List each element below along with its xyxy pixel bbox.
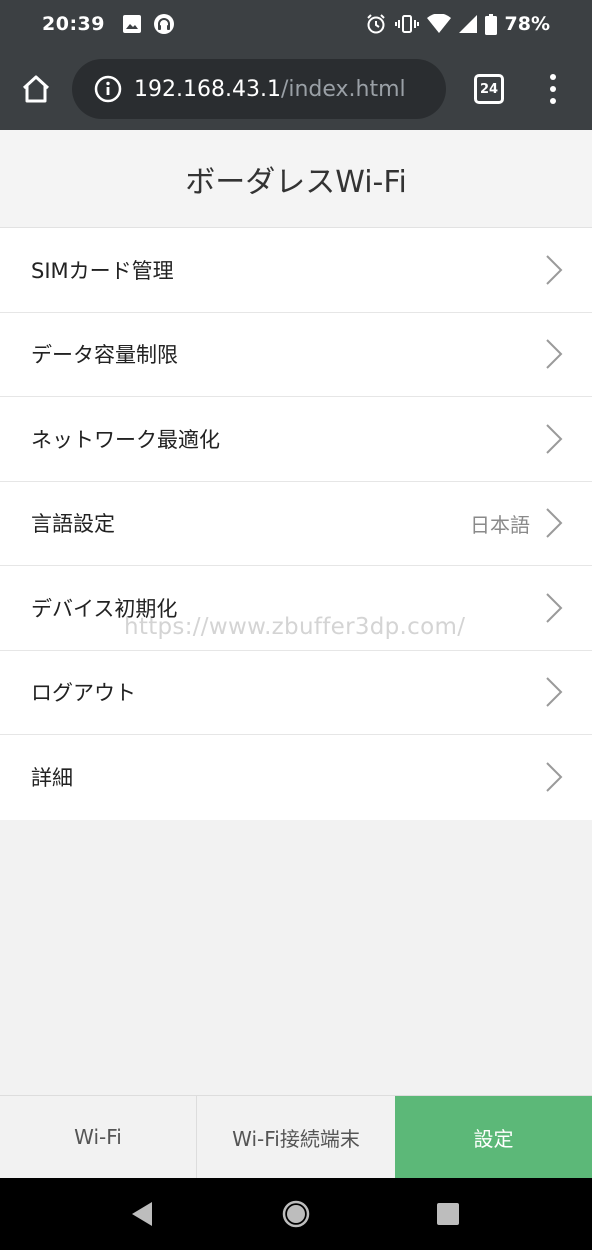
image-icon bbox=[122, 15, 141, 33]
menu-item-label: デバイス初期化 bbox=[31, 596, 178, 621]
chevron-right-icon bbox=[546, 424, 563, 454]
home-nav-button[interactable] bbox=[272, 1178, 320, 1250]
url-text: 192.168.43.1/index.html bbox=[134, 77, 406, 102]
wifi-icon bbox=[426, 14, 451, 33]
back-button[interactable] bbox=[118, 1178, 166, 1250]
back-triangle-icon bbox=[132, 1202, 152, 1226]
chevron-right-icon bbox=[546, 593, 563, 623]
status-bar: 20:39 78% bbox=[0, 0, 592, 48]
recents-button[interactable] bbox=[424, 1178, 472, 1250]
home-icon bbox=[22, 75, 50, 103]
menu-item-label: SIMカード管理 bbox=[31, 258, 174, 283]
menu-item-network-optimize[interactable]: ネットワーク最適化 bbox=[0, 397, 592, 482]
language-value: 日本語 bbox=[470, 512, 530, 537]
chevron-right-icon bbox=[546, 508, 563, 538]
url-path: /index.html bbox=[280, 76, 406, 102]
menu-item-data-limit[interactable]: データ容量制限 bbox=[0, 313, 592, 397]
chevron-right-icon bbox=[546, 339, 563, 369]
menu-item-logout[interactable]: ログアウト bbox=[0, 651, 592, 735]
tab-settings[interactable]: 設定 bbox=[395, 1096, 592, 1178]
chevron-right-icon bbox=[546, 255, 563, 285]
recents-square-icon bbox=[437, 1203, 459, 1225]
menu-item-label: 詳細 bbox=[31, 766, 73, 791]
menu-item-language[interactable]: 言語設定 日本語 bbox=[0, 482, 592, 566]
dot-icon bbox=[550, 74, 556, 80]
url-bar[interactable]: 192.168.43.1/index.html bbox=[72, 59, 446, 119]
battery-percent: 78% bbox=[504, 13, 550, 35]
menu-item-label: データ容量制限 bbox=[31, 343, 178, 368]
home-button[interactable] bbox=[0, 48, 72, 130]
alarm-icon bbox=[366, 14, 385, 34]
menu-item-sim-card[interactable]: SIMカード管理 bbox=[0, 228, 592, 313]
chevron-right-icon bbox=[546, 762, 563, 792]
info-icon[interactable] bbox=[94, 75, 122, 103]
page-header: ボーダレスWi-Fi bbox=[0, 130, 592, 228]
page-title: ボーダレスWi-Fi bbox=[185, 164, 407, 200]
settings-menu-list: SIMカード管理 データ容量制限 ネットワーク最適化 言語設定 日本語 デバイス… bbox=[0, 228, 592, 820]
status-right-icons: 78% bbox=[365, 13, 550, 35]
dot-icon bbox=[550, 86, 556, 92]
headset-icon bbox=[153, 14, 174, 34]
tab-connected-devices[interactable]: Wi-Fi接続端末 bbox=[197, 1096, 395, 1178]
dot-icon bbox=[550, 98, 556, 104]
url-host: 192.168.43.1 bbox=[134, 76, 281, 102]
chevron-right-icon bbox=[546, 677, 563, 707]
battery-icon bbox=[484, 13, 497, 35]
menu-item-device-reset[interactable]: デバイス初期化 bbox=[0, 566, 592, 651]
tab-switcher-button[interactable]: 24 bbox=[474, 74, 504, 104]
home-circle-icon bbox=[282, 1200, 310, 1228]
menu-item-details[interactable]: 詳細 bbox=[0, 735, 592, 820]
menu-item-label: ログアウト bbox=[31, 681, 136, 706]
status-left-icons bbox=[122, 13, 175, 35]
cell-signal-icon bbox=[458, 15, 477, 33]
tab-wifi[interactable]: Wi-Fi bbox=[0, 1096, 197, 1178]
status-time: 20:39 bbox=[42, 13, 105, 35]
vibrate-icon bbox=[394, 15, 419, 33]
system-nav-bar bbox=[0, 1178, 592, 1250]
menu-item-label: ネットワーク最適化 bbox=[31, 427, 220, 452]
bottom-tab-bar: Wi-Fi Wi-Fi接続端末 設定 bbox=[0, 1095, 592, 1178]
menu-item-label: 言語設定 bbox=[31, 512, 115, 537]
browser-toolbar: 192.168.43.1/index.html 24 bbox=[0, 48, 592, 130]
overflow-menu-button[interactable] bbox=[548, 74, 558, 104]
